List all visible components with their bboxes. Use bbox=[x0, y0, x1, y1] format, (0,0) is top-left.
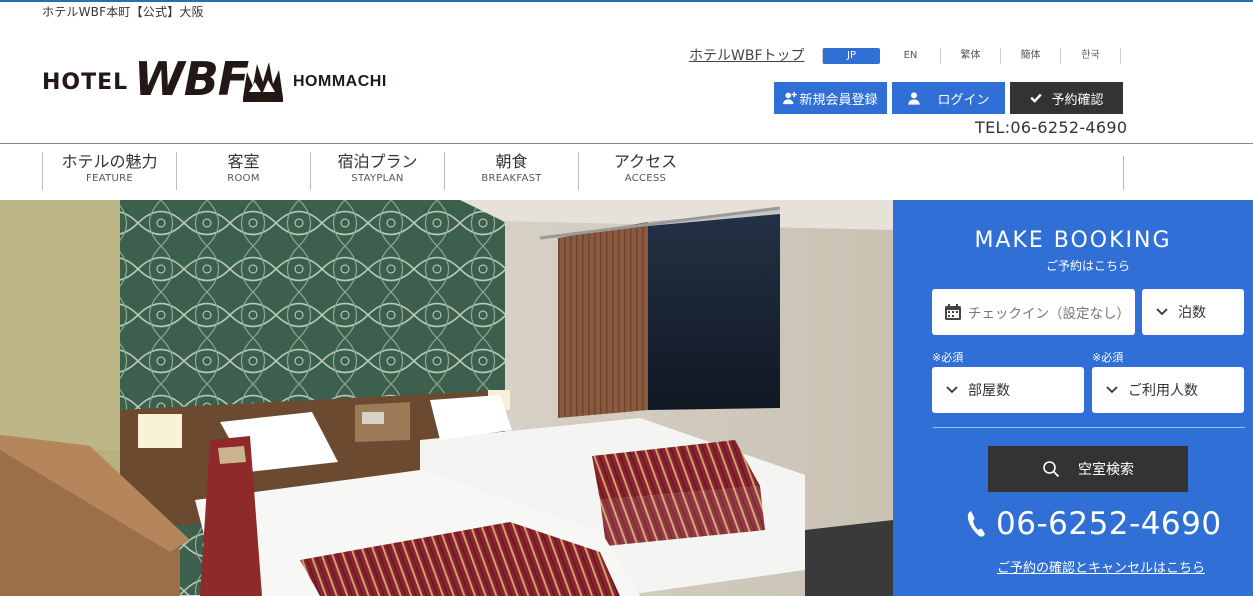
lang-traditional-chinese[interactable]: 繁体 bbox=[941, 48, 1001, 64]
nav-label-jp: 客室 bbox=[227, 152, 260, 171]
nav-label-jp: 朝食 bbox=[495, 152, 528, 171]
nav-end-divider bbox=[1123, 156, 1124, 190]
register-button[interactable]: 新規会員登録 bbox=[774, 82, 887, 114]
reservation-cancel-link[interactable]: ご予約の確認とキャンセルはこちら bbox=[893, 557, 1253, 576]
hotel-top-link[interactable]: ホテルWBFトップ bbox=[689, 45, 805, 65]
nights-label: 泊数 bbox=[1178, 305, 1206, 321]
booking-subtitle: ご予約はこちら bbox=[1045, 259, 1130, 273]
nav-label-en: BREAKFAST bbox=[481, 173, 542, 184]
nav-label-en: ROOM bbox=[227, 173, 260, 184]
main-nav: ホテルの魅力 FEATURE 客室 ROOM 宿泊プラン STAYPLAN 朝食… bbox=[42, 152, 712, 190]
booking-phone-number: 06-6252-4690 bbox=[996, 506, 1222, 542]
guests-label: ご利用人数 bbox=[1128, 383, 1198, 399]
nav-label-jp: 宿泊プラン bbox=[337, 152, 418, 171]
booking-phone[interactable]: 06-6252-4690 bbox=[966, 506, 1222, 542]
logo-hommachi-text: HOMMACHI bbox=[293, 73, 387, 90]
chevron-down-icon bbox=[1106, 386, 1118, 394]
lang-korean[interactable]: 한국 bbox=[1061, 48, 1121, 64]
nav-item-stayplan[interactable]: 宿泊プラン STAYPLAN bbox=[310, 152, 444, 190]
chevron-down-icon bbox=[946, 386, 958, 394]
nav-label-jp: アクセス bbox=[613, 152, 678, 171]
rooms-label: 部屋数 bbox=[968, 383, 1010, 399]
checkmark-icon bbox=[1030, 93, 1043, 103]
lang-en[interactable]: EN bbox=[881, 48, 941, 64]
hotel-room-illustration bbox=[0, 200, 893, 596]
nav-item-breakfast[interactable]: 朝食 BREAKFAST bbox=[444, 152, 578, 190]
language-switcher: JP EN 繁体 簡体 한국 bbox=[821, 48, 1121, 64]
calendar-icon bbox=[945, 304, 961, 320]
nav-item-access[interactable]: アクセス ACCESS bbox=[578, 152, 712, 190]
nav-item-feature[interactable]: ホテルの魅力 FEATURE bbox=[42, 152, 176, 190]
user-plus-icon bbox=[783, 91, 798, 105]
top-accent-line bbox=[0, 0, 1253, 2]
vacancy-search-button[interactable]: 空室検索 bbox=[988, 446, 1188, 492]
logo-hotel-text: HOTEL bbox=[42, 70, 129, 95]
phone-icon bbox=[967, 511, 985, 537]
nav-label-en: ACCESS bbox=[624, 173, 667, 184]
checkin-date-field[interactable]: チェックイン（設定なし） bbox=[932, 289, 1135, 335]
hero-room-image bbox=[0, 200, 893, 596]
search-icon bbox=[1043, 461, 1060, 478]
nav-item-room[interactable]: 客室 ROOM bbox=[176, 152, 310, 190]
nav-label-jp: ホテルの魅力 bbox=[61, 152, 158, 171]
register-label: 新規会員登録 bbox=[799, 92, 878, 108]
nav-divider bbox=[0, 143, 1253, 144]
reservation-check-button[interactable]: 予約確認 bbox=[1010, 82, 1123, 114]
search-label: 空室検索 bbox=[1078, 462, 1134, 478]
booking-panel: MAKE BOOKING ご予約はこちら チェックイン（設定なし） 泊数 ※必須… bbox=[893, 200, 1253, 596]
reservation-label: 予約確認 bbox=[1051, 92, 1104, 108]
hotel-logo[interactable]: HOTEL WBF HOMMACHI bbox=[42, 52, 387, 108]
checkin-placeholder: チェックイン（設定なし） bbox=[968, 306, 1130, 322]
header-phone[interactable]: TEL:06-6252-4690 bbox=[975, 118, 1127, 137]
booking-divider bbox=[933, 427, 1245, 428]
nights-select[interactable]: 泊数 bbox=[1142, 289, 1244, 335]
lang-jp[interactable]: JP bbox=[822, 48, 880, 64]
chevron-down-icon bbox=[1156, 308, 1168, 316]
nav-label-en: FEATURE bbox=[86, 173, 133, 184]
crown-icon bbox=[243, 62, 283, 102]
booking-title: MAKE BOOKING bbox=[974, 228, 1172, 253]
site-tagline: ホテルWBF本町【公式】大阪 bbox=[42, 5, 204, 19]
guests-required-note: ※必須 bbox=[1092, 351, 1124, 364]
login-label: ログイン bbox=[937, 92, 990, 108]
logo-wbf-text: WBF bbox=[134, 52, 249, 106]
guests-select[interactable]: ご利用人数 bbox=[1092, 367, 1244, 413]
lang-simplified-chinese[interactable]: 簡体 bbox=[1001, 48, 1061, 64]
user-icon bbox=[908, 92, 921, 105]
login-button[interactable]: ログイン bbox=[892, 82, 1005, 114]
nav-label-en: STAYPLAN bbox=[351, 173, 404, 184]
rooms-required-note: ※必須 bbox=[932, 351, 964, 364]
rooms-select[interactable]: 部屋数 bbox=[932, 367, 1084, 413]
